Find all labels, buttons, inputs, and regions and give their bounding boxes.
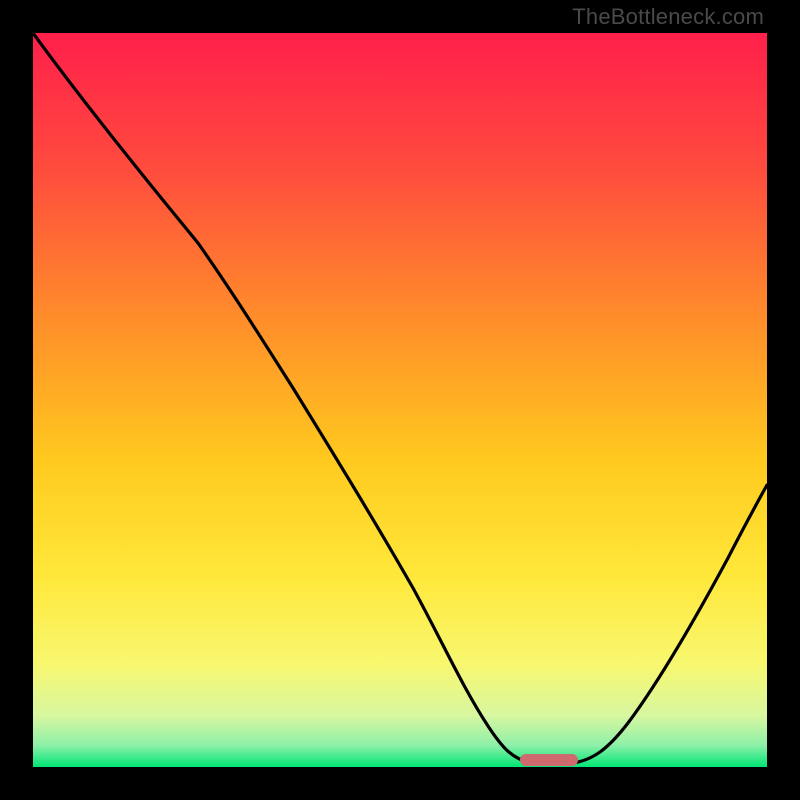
watermark-text: TheBottleneck.com bbox=[572, 4, 764, 30]
chart-frame: TheBottleneck.com bbox=[0, 0, 800, 800]
curve-layer bbox=[33, 33, 767, 767]
bottleneck-curve bbox=[33, 33, 767, 763]
plot-area bbox=[33, 33, 767, 767]
optimum-marker bbox=[520, 754, 578, 766]
